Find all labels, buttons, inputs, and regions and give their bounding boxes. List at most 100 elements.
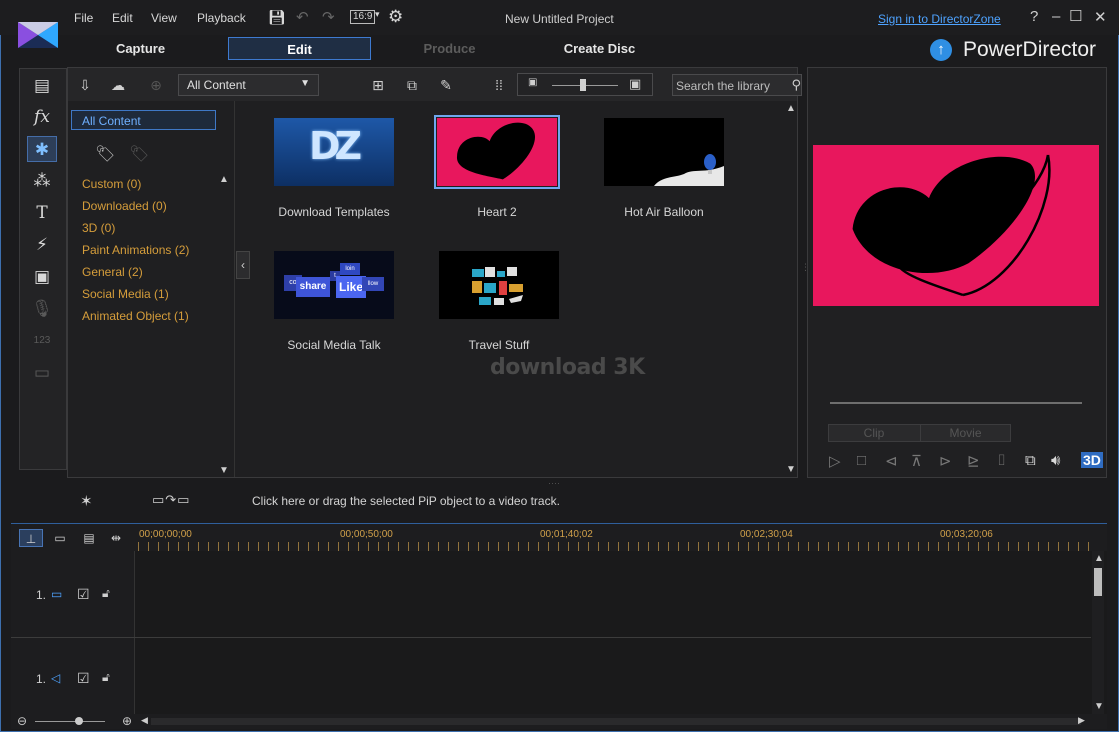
chapter-room-icon[interactable]: 123 — [27, 328, 57, 354]
category-3d[interactable]: 3D (0) — [82, 221, 115, 235]
timeline-zoom-thumb[interactable] — [75, 717, 83, 725]
clip-mode-button[interactable]: Clip — [829, 425, 919, 441]
tab-edit[interactable]: Edit — [228, 37, 371, 60]
particle-room-icon[interactable]: ⁂ — [27, 168, 57, 194]
zoom-out-icon[interactable]: ⊖ — [17, 714, 27, 728]
ruler-time-4: 00;03;20;06 — [940, 529, 993, 540]
thumbnail — [439, 251, 559, 319]
zoom-thumb[interactable] — [580, 79, 586, 91]
subtitle-room-icon[interactable]: ▭ — [27, 360, 57, 386]
timeline-horizontal-scrollbar[interactable] — [151, 718, 1081, 725]
clip-movie-toggle[interactable]: Clip Movie — [828, 424, 1011, 442]
track-enable-checkbox[interactable]: ☑ — [77, 670, 90, 687]
category-custom[interactable]: Custom (0) — [82, 177, 141, 191]
video-track[interactable]: 1. ▭ ☑ 🔓︎ — [11, 551, 1091, 638]
menu-view[interactable]: View — [151, 11, 177, 25]
collapse-pane-button[interactable]: ‹ — [236, 251, 250, 279]
grid-view-icon[interactable]: ⁞⁞ — [489, 75, 509, 95]
pip-hint-text[interactable]: Click here or drag the selected PiP obje… — [252, 494, 560, 508]
category-general[interactable]: General (2) — [82, 265, 143, 279]
next-frame-icon[interactable]: ⊳ — [939, 452, 952, 470]
scroll-up-icon[interactable]: ▲ — [786, 103, 796, 114]
storyboard-view-icon[interactable]: ▭ — [48, 529, 72, 547]
search-icon[interactable]: ⚲ — [791, 77, 801, 93]
edit-template-icon[interactable]: ⧉ — [402, 75, 422, 95]
menu-file[interactable]: File — [74, 11, 93, 25]
scroll-thumb[interactable] — [1094, 568, 1102, 596]
preview-quality-icon[interactable]: ⧉ — [1025, 452, 1036, 469]
scroll-right-icon[interactable]: ▶ — [1078, 715, 1085, 726]
fx-room-icon[interactable]: fx — [27, 104, 57, 130]
redo-icon[interactable]: ↷ — [322, 8, 335, 26]
chevron-down-icon[interactable]: ▾ — [375, 9, 380, 20]
pip-room-icon[interactable]: ✱ — [27, 136, 57, 162]
menu-edit[interactable]: Edit — [112, 11, 133, 25]
splitter-handle[interactable]: ⋮ — [801, 262, 810, 273]
library-scrollbar[interactable]: ▲ ▼ — [784, 101, 796, 477]
lock-icon[interactable]: 🔓︎ — [102, 670, 110, 685]
split-icon[interactable]: ⊼ — [911, 452, 922, 470]
thumbnail — [604, 118, 724, 186]
track-enable-checkbox[interactable]: ☑ — [77, 586, 90, 603]
scroll-left-icon[interactable]: ◀ — [141, 715, 148, 726]
pencil-icon[interactable]: ✎ — [436, 75, 456, 95]
scroll-down-icon[interactable]: ▼ — [1094, 701, 1104, 712]
zoom-in-icon[interactable]: ⊕ — [122, 714, 132, 728]
timeline-view-icon[interactable]: ⊥ — [19, 529, 43, 547]
category-animated-object[interactable]: Animated Object (1) — [82, 309, 189, 323]
close-button[interactable]: ✕ — [1094, 8, 1107, 26]
category-all-content[interactable]: All Content — [71, 110, 216, 130]
category-downloaded[interactable]: Downloaded (0) — [82, 199, 167, 213]
settings-gear-icon[interactable]: ⚙ — [388, 7, 403, 27]
timeline-vertical-scrollbar[interactable]: ▲ ▼ — [1092, 551, 1104, 714]
magic-wand-icon[interactable]: ✶ — [80, 492, 93, 510]
movie-mode-button[interactable]: Movie — [920, 425, 1010, 441]
preview-progress-bar[interactable] — [830, 402, 1082, 404]
3d-mode-button[interactable]: 3D — [1081, 452, 1103, 468]
play-icon[interactable]: ▷ — [829, 452, 841, 470]
globe-icon[interactable]: ⊕ — [146, 75, 166, 95]
scroll-up-icon[interactable]: ▲ — [1094, 553, 1104, 564]
sign-in-link[interactable]: Sign in to DirectorZone — [878, 12, 1001, 26]
fit-timeline-icon[interactable]: ⇹ — [104, 529, 128, 547]
tab-create-disc[interactable]: Create Disc — [528, 37, 671, 60]
category-social-media[interactable]: Social Media (1) — [82, 287, 169, 301]
tab-capture[interactable]: Capture — [69, 37, 212, 60]
category-paint-animations[interactable]: Paint Animations (2) — [82, 243, 189, 257]
timeline-zoom-slider[interactable] — [35, 721, 105, 722]
title-room-icon[interactable]: T — [27, 200, 57, 226]
audio-track[interactable]: 1. ◁ ☑ 🔓︎ — [11, 638, 1091, 714]
snapshot-camera-icon[interactable]: ⌷ — [997, 452, 1006, 469]
search-input[interactable]: Search the library ⚲ — [672, 74, 802, 96]
maximize-button[interactable]: ☐ — [1069, 7, 1082, 25]
pip-drag-icon[interactable]: ▭↷▭ — [152, 492, 190, 508]
new-template-icon[interactable]: ⊞ — [368, 75, 388, 95]
help-button[interactable]: ? — [1030, 8, 1038, 25]
voiceover-room-icon[interactable]: 🎙︎ — [27, 296, 57, 322]
fast-forward-icon[interactable]: ⊵ — [967, 452, 980, 470]
add-tag-icon[interactable]: 🏷︎ — [95, 144, 115, 164]
save-icon[interactable]: 💾︎ — [268, 9, 286, 26]
undo-icon[interactable]: ↶ — [296, 8, 309, 26]
thumbnail-size-slider[interactable]: ▣ ▣ — [517, 73, 653, 96]
previous-frame-icon[interactable]: ⊲ — [885, 452, 898, 470]
lock-icon[interactable]: 🔓︎ — [102, 586, 110, 601]
volume-icon[interactable]: 🔊︎ — [1051, 452, 1060, 469]
scroll-down-icon[interactable]: ▼ — [786, 464, 796, 475]
category-scroll-up-icon[interactable]: ▲ — [219, 174, 229, 185]
content-filter-select[interactable]: All Content ▼ — [178, 74, 319, 96]
aspect-ratio-button[interactable]: 16:9 — [350, 10, 376, 24]
media-room-icon[interactable]: ▤ — [27, 73, 57, 99]
transition-room-icon[interactable]: ⚡ — [27, 232, 57, 258]
minimize-button[interactable]: – — [1052, 8, 1060, 25]
stop-icon[interactable]: □ — [857, 452, 866, 469]
import-media-icon[interactable]: ⇩ — [75, 75, 95, 95]
audio-mixing-room-icon[interactable]: ▣ — [27, 264, 57, 290]
cloud-icon[interactable]: ☁ — [108, 75, 128, 95]
category-scroll-down-icon[interactable]: ▼ — [219, 465, 229, 476]
tab-produce[interactable]: Produce — [378, 37, 521, 60]
track-manager-icon[interactable]: ▤ — [77, 529, 101, 547]
menu-playback[interactable]: Playback — [197, 11, 246, 25]
remove-tag-icon[interactable]: 🏷︎ — [129, 144, 149, 164]
ruler-time-0: 00;00;00;00 — [139, 529, 192, 540]
